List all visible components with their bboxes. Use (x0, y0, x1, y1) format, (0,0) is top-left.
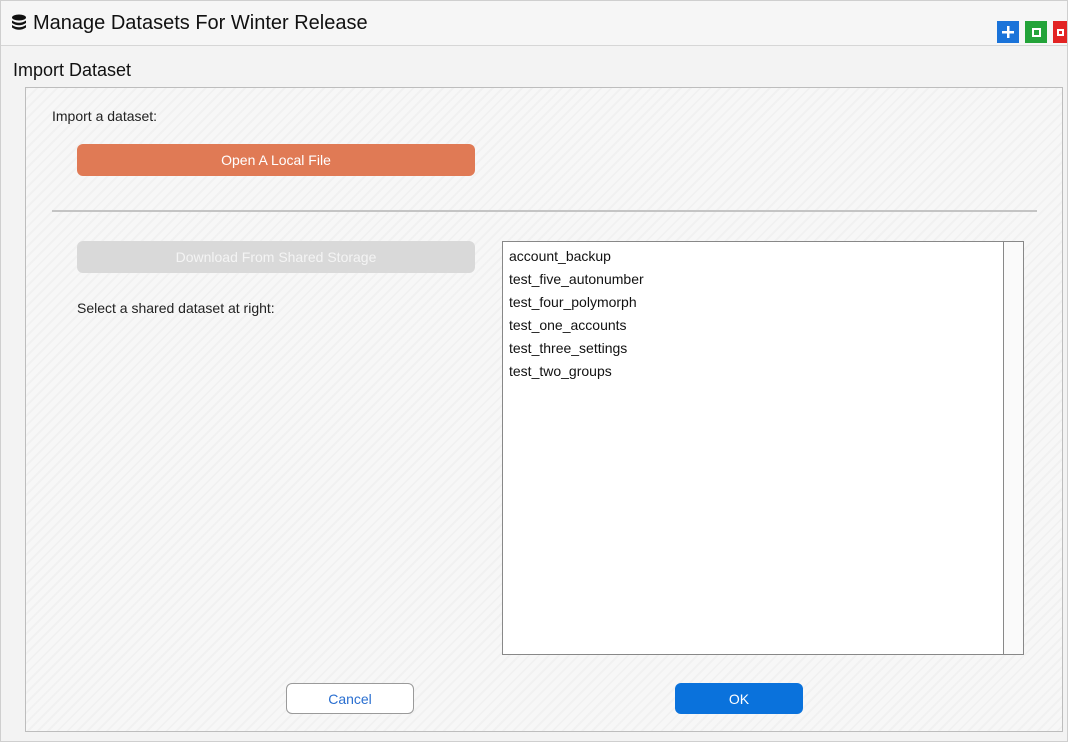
add-icon[interactable] (997, 21, 1019, 43)
open-local-file-button[interactable]: Open A Local File (77, 144, 475, 176)
section-header: Import Dataset (13, 53, 1053, 87)
shared-dataset-list[interactable]: account_backup test_five_autonumber test… (502, 241, 1024, 655)
list-item[interactable]: test_one_accounts (509, 314, 644, 337)
section-title: Import Dataset (13, 59, 132, 80)
cancel-button[interactable]: Cancel (286, 683, 414, 714)
window-title: Manage Datasets For Winter Release (33, 11, 368, 34)
select-dataset-label: Select a shared dataset at right: (77, 300, 275, 316)
list-item[interactable]: account_backup (509, 245, 644, 268)
list-item[interactable]: test_four_polymorph (509, 291, 644, 314)
download-shared-storage-button[interactable]: Download From Shared Storage (77, 241, 475, 273)
maximize-icon[interactable] (1025, 21, 1047, 43)
list-item[interactable]: test_five_autonumber (509, 268, 644, 291)
ok-button[interactable]: OK (675, 683, 803, 714)
window-controls (997, 21, 1067, 43)
list-scrollbar[interactable] (1003, 242, 1023, 654)
divider (52, 210, 1037, 212)
list-item[interactable]: test_two_groups (509, 360, 644, 383)
close-icon[interactable] (1053, 21, 1067, 43)
dialog-window: Manage Datasets For Winter Release Impor… (0, 0, 1068, 742)
database-icon (11, 14, 27, 32)
import-panel: Import a dataset: Open A Local File Down… (25, 87, 1063, 732)
list-item[interactable]: test_three_settings (509, 337, 644, 360)
dataset-items: account_backup test_five_autonumber test… (509, 245, 644, 383)
title-bar: Manage Datasets For Winter Release (1, 1, 1067, 46)
import-label: Import a dataset: (52, 108, 158, 124)
